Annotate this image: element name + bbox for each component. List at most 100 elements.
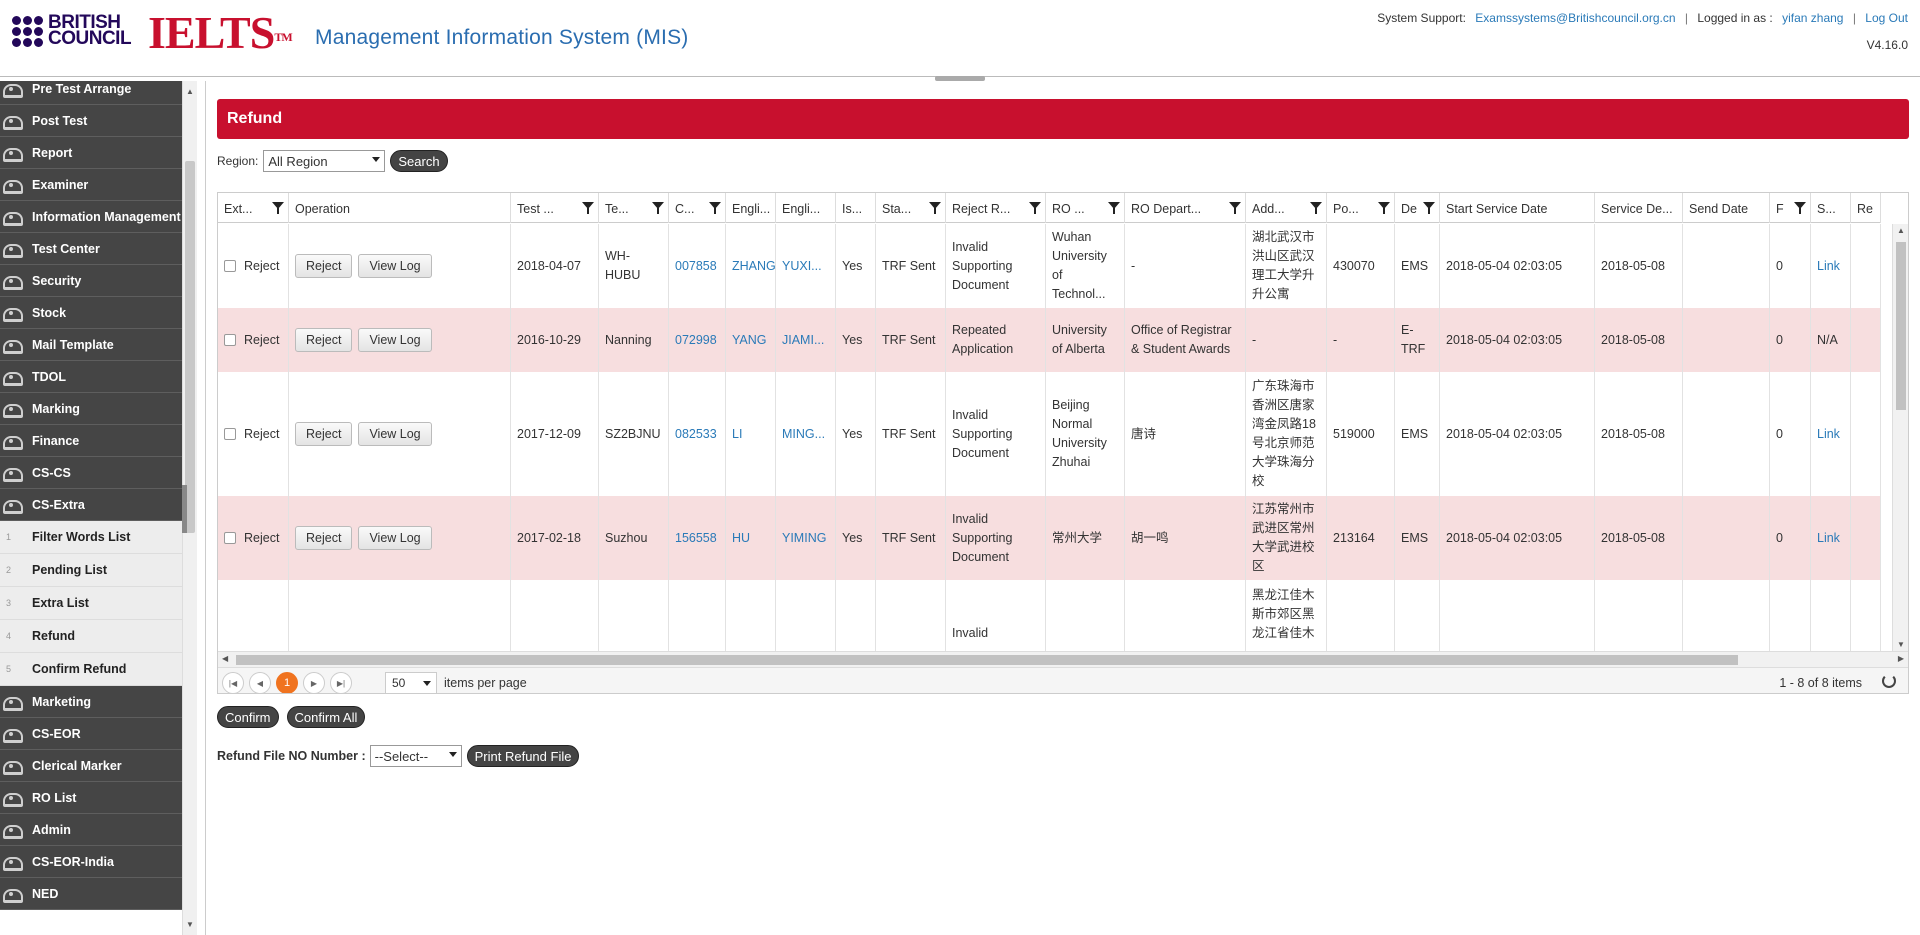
cell-link[interactable]: HU [732,529,750,548]
scroll-down-arrow-icon[interactable]: ▼ [186,920,194,929]
nav-item-marking[interactable]: Marking [0,393,182,425]
nav-item-cs-extra[interactable]: CS-Extra [0,489,182,521]
print-refund-file-button[interactable]: Print Refund File [466,745,580,767]
search-button[interactable]: Search [390,150,448,172]
sub-item-filter-words-list[interactable]: 1 Filter Words List [0,521,182,554]
column-header[interactable]: Engli... [726,193,776,223]
column-header[interactable]: Te... [599,193,669,223]
nav-item-cs-eor[interactable]: CS-EOR [0,718,182,750]
region-select[interactable]: All Region [263,150,386,172]
row-checkbox[interactable] [224,260,236,272]
support-email-link[interactable]: Examssystems@Britishcouncil.org.cn [1475,11,1675,25]
scroll-left-arrow-icon[interactable]: ◀ [222,654,228,663]
row-checkbox[interactable] [224,532,236,544]
nav-item-pre-test-arrange[interactable]: Pre Test Arrange [0,81,182,105]
confirm-button[interactable]: Confirm [217,706,279,728]
column-header[interactable]: Send Date [1683,193,1770,223]
sidebar-scroll-thumb[interactable] [185,161,195,533]
nav-item-ro-list[interactable]: RO List [0,782,182,814]
view-log-button[interactable]: View Log [358,422,432,446]
logout-link[interactable]: Log Out [1865,11,1908,25]
column-header[interactable]: Add... [1246,193,1327,223]
column-header[interactable]: F [1770,193,1811,223]
view-log-button[interactable]: View Log [358,328,432,352]
cell-link[interactable]: Link [1817,257,1840,276]
column-header[interactable]: Ext... [218,193,289,223]
filter-icon[interactable] [1378,202,1390,214]
row-checkbox[interactable] [224,334,236,346]
view-log-button[interactable]: View Log [358,254,432,278]
nav-item-stock[interactable]: Stock [0,297,182,329]
nav-item-mail-template[interactable]: Mail Template [0,329,182,361]
last-page-icon[interactable]: ▶| [330,672,352,693]
cell-link[interactable]: MING... [782,425,825,444]
column-header[interactable]: Sta... [876,193,946,223]
nav-item-marketing[interactable]: Marketing [0,686,182,718]
sub-item-confirm-refund[interactable]: 5 Confirm Refund [0,653,182,686]
column-header[interactable]: Re [1851,193,1881,223]
column-header[interactable]: Service De... [1595,193,1683,223]
nav-item-report[interactable]: Report [0,137,182,169]
cell-link[interactable]: 072998 [675,331,717,350]
cell-link[interactable]: ZHANG [732,257,775,276]
page-size-select[interactable]: 50 [385,672,437,693]
nav-item-finance[interactable]: Finance [0,425,182,457]
cell-link[interactable]: JIAMI... [782,331,824,350]
prev-page-icon[interactable]: ◀ [249,672,271,693]
cell-link[interactable]: YIMING [782,529,826,548]
column-header[interactable]: Test ... [511,193,599,223]
scroll-down-arrow-icon[interactable]: ▼ [1897,640,1905,649]
column-header[interactable]: Reject R... [946,193,1046,223]
sub-item-refund[interactable]: 4 Refund [0,620,182,653]
column-header[interactable]: Operation [289,193,511,223]
sidebar-resize-handle[interactable] [182,485,187,533]
nav-item-examiner[interactable]: Examiner [0,169,182,201]
column-header[interactable]: S... [1811,193,1851,223]
column-header[interactable]: C... [669,193,726,223]
filter-icon[interactable] [272,202,284,214]
filter-icon[interactable] [1229,202,1241,214]
column-header[interactable]: RO Depart... [1125,193,1246,223]
reject-button[interactable]: Reject [295,422,353,446]
nav-item-security[interactable]: Security [0,265,182,297]
sidebar-scrollbar[interactable]: ▲ ▼ [182,81,197,935]
column-header[interactable]: Start Service Date [1440,193,1595,223]
filter-icon[interactable] [1423,202,1435,214]
scroll-up-arrow-icon[interactable]: ▲ [186,87,194,96]
column-header[interactable]: Po... [1327,193,1395,223]
filter-icon[interactable] [1794,202,1806,214]
nav-item-admin[interactable]: Admin [0,814,182,846]
filter-icon[interactable] [582,202,594,214]
cell-link[interactable]: Link [1817,425,1840,444]
grid-vertical-scrollbar[interactable]: ▲ ▼ [1892,224,1908,651]
nav-item-test-center[interactable]: Test Center [0,233,182,265]
grid-vscroll-thumb[interactable] [1896,242,1906,410]
user-name-link[interactable]: yifan zhang [1782,11,1843,25]
cell-link[interactable]: 007858 [675,257,717,276]
filter-icon[interactable] [1310,202,1322,214]
refund-file-select[interactable]: --Select-- [369,745,462,767]
row-checkbox[interactable] [224,428,236,440]
nav-item-post-test[interactable]: Post Test [0,105,182,137]
filter-icon[interactable] [1108,202,1120,214]
scroll-right-arrow-icon[interactable]: ▶ [1898,654,1904,663]
cell-link[interactable]: 156558 [675,529,717,548]
cell-link[interactable]: YUXI... [782,257,822,276]
page-number-current[interactable]: 1 [276,672,298,693]
first-page-icon[interactable]: |◀ [222,672,244,693]
nav-item-clerical-marker[interactable]: Clerical Marker [0,750,182,782]
grid-hscroll-thumb[interactable] [236,655,1738,665]
next-page-icon[interactable]: ▶ [303,672,325,693]
view-log-button[interactable]: View Log [358,526,432,550]
column-header[interactable]: RO ... [1046,193,1125,223]
column-header[interactable]: Engli... [776,193,836,223]
cell-link[interactable]: 082533 [675,425,717,444]
sub-item-pending-list[interactable]: 2 Pending List [0,554,182,587]
filter-icon[interactable] [709,202,721,214]
confirm-all-button[interactable]: Confirm All [286,706,366,728]
reject-button[interactable]: Reject [295,254,353,278]
cell-link[interactable]: Link [1817,529,1840,548]
filter-icon[interactable] [1029,202,1041,214]
nav-item-cs-eor-india[interactable]: CS-EOR-India [0,846,182,878]
refresh-icon[interactable] [1882,674,1896,688]
